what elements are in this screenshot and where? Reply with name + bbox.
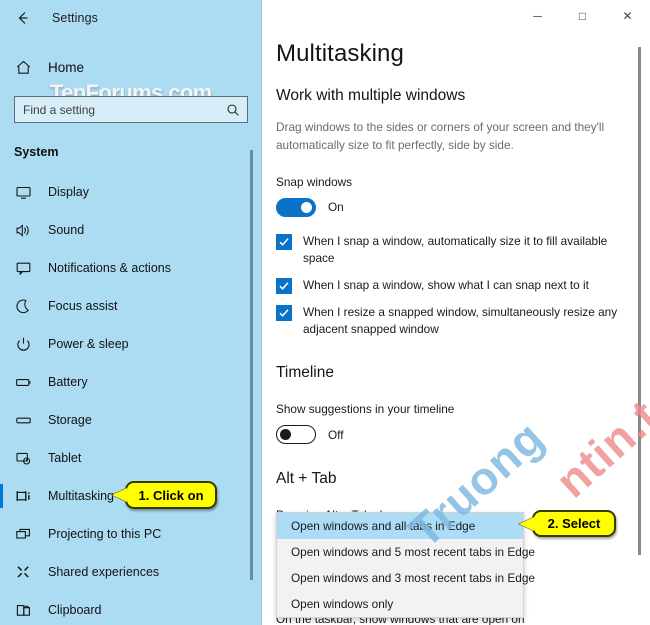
checkbox-row[interactable]: When I snap a window, automatically size…	[276, 233, 624, 267]
settings-window: Settings Home TenForums.com Find a setti…	[0, 0, 650, 625]
sidebar-item-label: Projecting to this PC	[48, 527, 162, 541]
checkbox-checked-icon[interactable]	[276, 304, 292, 321]
maximize-button[interactable]: □	[560, 0, 605, 32]
tablet-icon	[14, 449, 32, 467]
checkbox-checked-icon[interactable]	[276, 233, 292, 250]
monitor-icon	[14, 183, 32, 201]
sidebar-item-label: Sound	[48, 223, 85, 237]
sidebar-item-power-sleep[interactable]: Power & sleep	[0, 325, 262, 363]
sidebar-item-storage[interactable]: Storage	[0, 401, 262, 439]
clipboard-icon	[14, 601, 32, 619]
sidebar-item-label: Shared experiences	[48, 565, 160, 579]
dropdown-option[interactable]: Open windows and all tabs in Edge	[277, 513, 523, 539]
section-heading-work: Work with multiple windows	[276, 87, 466, 104]
sidebar-item-home[interactable]: Home	[0, 50, 262, 84]
checkbox-checked-icon[interactable]	[276, 277, 292, 294]
search-input[interactable]	[23, 102, 221, 117]
checkbox-label: When I snap a window, show what I can sn…	[303, 277, 589, 292]
checkbox-row[interactable]: When I resize a snapped window, simultan…	[276, 304, 624, 338]
timeline-suggestions-toggle[interactable]	[276, 425, 316, 445]
snap-windows-toggle[interactable]	[276, 197, 316, 217]
snap-windows-label: Snap windows	[276, 174, 353, 189]
home-icon	[14, 58, 32, 76]
power-icon	[14, 335, 32, 353]
back-arrow-icon[interactable]	[12, 7, 34, 29]
search-icon[interactable]	[226, 103, 240, 117]
timeline-suggestions-state: Off	[328, 427, 344, 442]
callout-text: 2. Select	[547, 516, 601, 531]
sidebar-item-label: Display	[48, 185, 89, 199]
sidebar-item-battery[interactable]: Battery	[0, 363, 262, 401]
app-title: Settings	[52, 11, 98, 25]
storage-icon	[14, 411, 32, 429]
sidebar-item-focus-assist[interactable]: Focus assist	[0, 287, 262, 325]
close-button[interactable]: ✕	[605, 0, 650, 32]
page-title: Multitasking	[276, 40, 404, 67]
checkbox-row[interactable]: When I snap a window, show what I can sn…	[276, 277, 624, 294]
search-box[interactable]	[14, 96, 248, 123]
search-area: TenForums.com	[14, 80, 248, 123]
sidebar-item-label: Tablet	[48, 451, 82, 465]
checkbox-label: When I resize a snapped window, simultan…	[303, 304, 618, 336]
sidebar-item-label: Focus assist	[48, 299, 118, 313]
sidebar-item-label: Multitasking	[48, 489, 114, 503]
minimize-button[interactable]: ─	[515, 0, 560, 32]
window-controls: ─ □ ✕	[515, 0, 650, 32]
settings-content: Multitasking Work with multiple windows …	[262, 0, 650, 522]
sidebar: Settings Home TenForums.com Find a setti…	[0, 0, 262, 625]
sidebar-item-projecting[interactable]: Projecting to this PC	[0, 515, 262, 553]
dropdown-option[interactable]: Open windows and 3 most recent tabs in E…	[277, 565, 535, 591]
sidebar-item-label: Battery	[48, 375, 88, 389]
callout-tail	[112, 488, 127, 502]
sidebar-section-title: System	[14, 145, 59, 159]
sidebar-item-tablet[interactable]: Tablet	[0, 439, 262, 477]
project-icon	[14, 525, 32, 543]
snap-options-list: When I snap a window, automatically size…	[276, 233, 624, 338]
snap-windows-toggle-row: On	[276, 197, 624, 217]
timeline-suggestions-label: Show suggestions in your timeline	[276, 402, 455, 417]
sidebar-item-label: Clipboard	[48, 603, 102, 617]
sidebar-item-clipboard[interactable]: Clipboard	[0, 591, 262, 625]
sidebar-item-label: Notifications & actions	[48, 261, 171, 275]
alt-tab-dropdown-list[interactable]: Open windows and all tabs in Edge Open w…	[276, 512, 535, 618]
notification-icon	[14, 259, 32, 277]
snap-windows-state: On	[328, 200, 344, 215]
battery-icon	[14, 373, 32, 391]
callout-text: 1. Click on	[138, 487, 204, 503]
section-heading-alt-tab: Alt + Tab	[276, 470, 337, 488]
speaker-icon	[14, 221, 32, 239]
callout-click-on: 1. Click on	[112, 481, 217, 509]
sidebar-item-sound[interactable]: Sound	[0, 211, 262, 249]
sidebar-item-label: Power & sleep	[48, 337, 129, 351]
window-titlebar: Settings	[0, 0, 262, 36]
dropdown-option[interactable]: Open windows and 5 most recent tabs in E…	[277, 539, 535, 565]
section-description-work: Drag windows to the sides or corners of …	[276, 120, 605, 153]
timeline-toggle-row: Off	[276, 425, 624, 445]
sidebar-scrollbar[interactable]	[250, 150, 253, 580]
home-label: Home	[48, 59, 85, 75]
dropdown-option[interactable]: Open windows only	[277, 591, 523, 617]
sidebar-item-shared-experiences[interactable]: Shared experiences	[0, 553, 262, 591]
sidebar-nav-list: Display Sound Notifications & actions Fo…	[0, 173, 262, 625]
checkbox-label: When I snap a window, automatically size…	[303, 233, 608, 265]
moon-icon	[14, 297, 32, 315]
multitasking-icon	[14, 487, 32, 505]
sidebar-item-display[interactable]: Display	[0, 173, 262, 211]
share-icon	[14, 563, 32, 581]
callout-tail	[519, 516, 534, 531]
main-scrollbar[interactable]	[638, 47, 641, 555]
section-heading-timeline: Timeline	[276, 364, 334, 382]
callout-select: 2. Select	[519, 510, 616, 537]
sidebar-item-notifications[interactable]: Notifications & actions	[0, 249, 262, 287]
sidebar-item-label: Storage	[48, 413, 92, 427]
